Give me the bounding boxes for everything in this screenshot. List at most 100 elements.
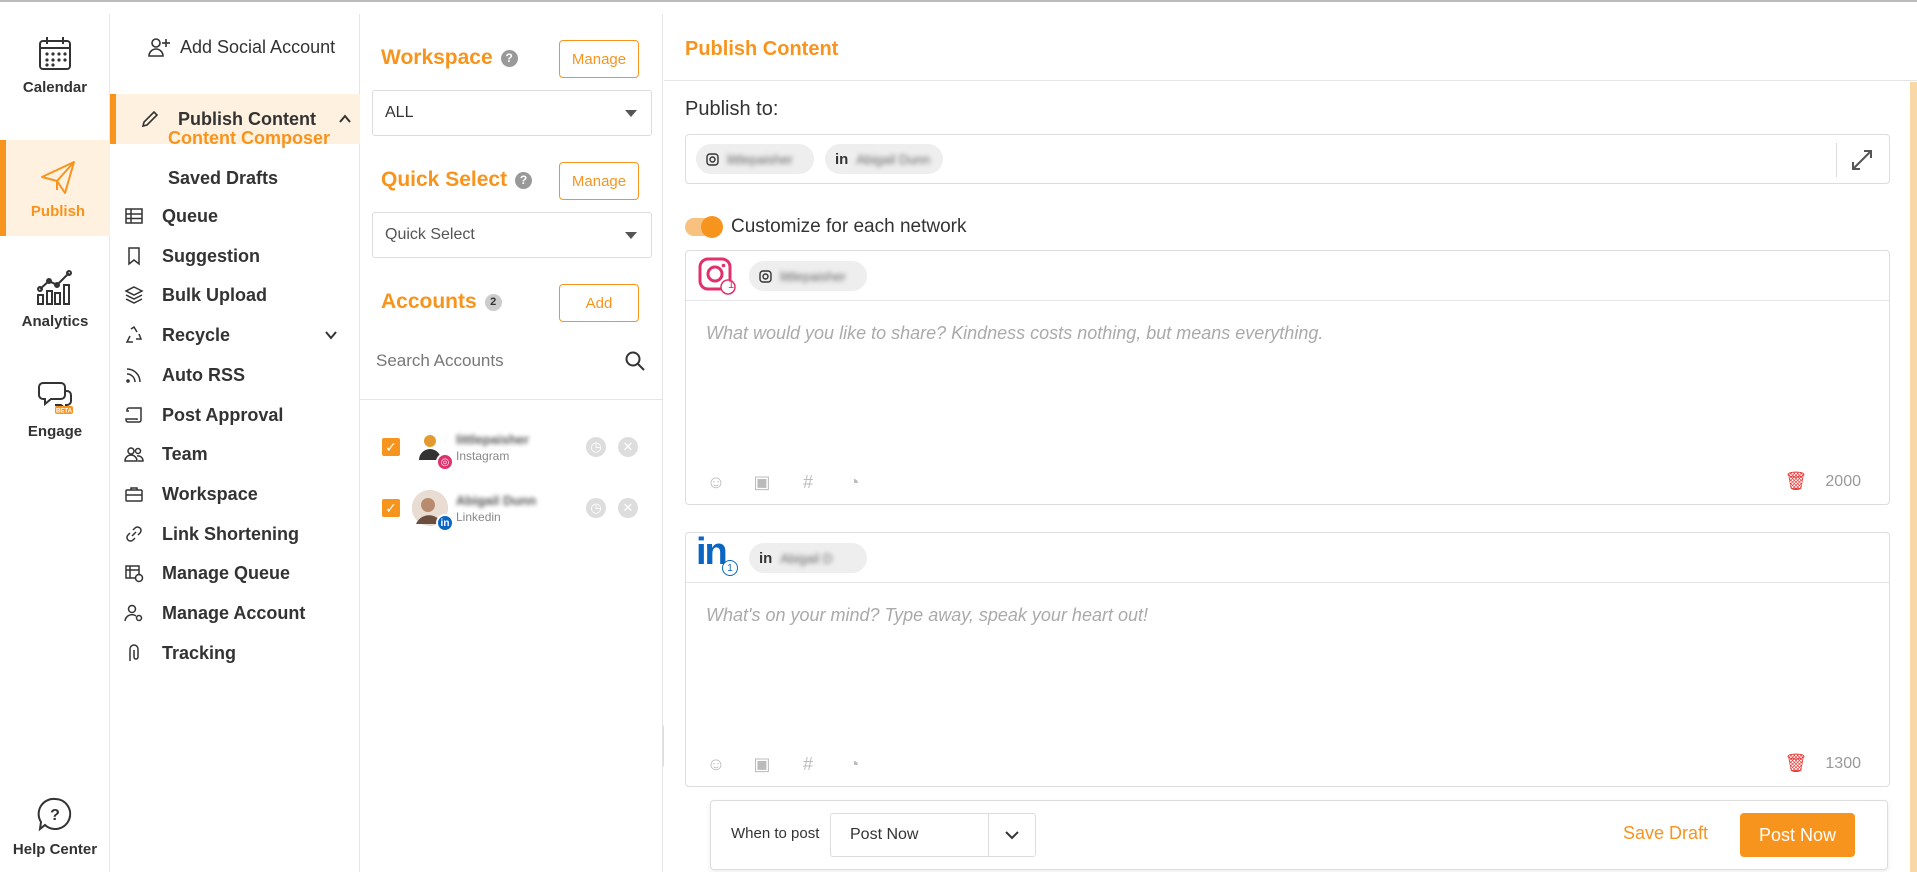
search-icon[interactable] [624, 350, 646, 372]
trash-icon[interactable]: 🗑 [1785, 753, 1808, 774]
close-icon[interactable]: ✕ [618, 498, 638, 518]
quick-select-placeholder: Quick Select [385, 226, 475, 243]
character-limit: 1300 [1825, 754, 1861, 772]
emoji-icon[interactable]: ☺ [706, 472, 726, 492]
account-row[interactable]: ✓ in Abigail Dunn Linkedin ◷ ✕ [382, 486, 652, 532]
help-icon[interactable]: ? [500, 49, 518, 67]
menu-post-approval-label: Post Approval [162, 404, 284, 425]
character-limit: 2000 [1825, 472, 1861, 490]
editor-account-chip[interactable]: littlepaisher [749, 261, 867, 291]
menu-link-shortening[interactable]: Link Shortening [124, 514, 354, 554]
workspace-select-value: ALL [385, 104, 414, 121]
help-icon[interactable]: ? [515, 171, 533, 189]
chip-name: Abigail D [780, 550, 833, 566]
menu-post-approval[interactable]: Post Approval [124, 395, 354, 435]
customize-toggle-row: Customize for each network [685, 216, 967, 238]
menu-workspace[interactable]: Workspace [124, 474, 354, 514]
account-network: Instagram [456, 448, 510, 463]
workspace-select[interactable]: ALL [372, 90, 652, 136]
expand-icon[interactable] [1849, 147, 1875, 173]
menu-saved-drafts[interactable]: Saved Drafts [168, 168, 278, 189]
image-icon[interactable]: ▣ [752, 754, 772, 774]
hashtag-icon[interactable]: # [798, 472, 818, 492]
menu-recycle[interactable]: Recycle [124, 315, 354, 355]
account-chip-instagram[interactable]: littlepaisher [696, 144, 814, 174]
emoji-icon[interactable]: ☺ [706, 754, 726, 774]
nav-rail: Calendar Publish Analytics BETA Engage ?… [0, 14, 110, 872]
instagram-count-badge: 1 [727, 279, 735, 291]
scrollbar[interactable] [1910, 82, 1917, 872]
account-row[interactable]: ✓ ◎ littlepaisher Instagram ◷ ✕ [382, 425, 652, 471]
rail-calendar[interactable]: Calendar [0, 16, 110, 112]
menu-bulk-upload[interactable]: Bulk Upload [124, 275, 354, 315]
chevron-down-icon [1005, 831, 1019, 840]
editor-account-chip[interactable]: in Abigail D [749, 543, 867, 573]
workspace-manage-button[interactable]: Manage [559, 40, 639, 78]
link-icon [126, 526, 142, 542]
caret-down-icon [625, 110, 637, 117]
menu-manage-account[interactable]: Manage Account [124, 593, 354, 633]
save-draft-button[interactable]: Save Draft [1623, 823, 1708, 844]
menu-manage-queue-label: Manage Queue [162, 562, 291, 583]
chevron-down-icon [325, 331, 337, 340]
menu-content-composer[interactable]: Content Composer [168, 128, 330, 149]
paper-plane-icon [41, 160, 75, 194]
checkbox-checked[interactable]: ✓ [382, 499, 400, 517]
analytics-icon [37, 269, 72, 305]
avatar: ◎ [412, 429, 454, 471]
rail-engage[interactable]: BETA Engage [0, 360, 110, 456]
beta-badge: BETA [56, 408, 73, 414]
clock-icon[interactable]: ◷ [586, 498, 606, 518]
scroll-icon [125, 407, 142, 423]
rss-icon [126, 368, 141, 383]
image-icon[interactable]: ▣ [752, 472, 772, 492]
clock-icon[interactable]: ◷ [586, 437, 606, 457]
post-now-button[interactable]: Post Now [1740, 813, 1855, 857]
help-icon: ? [37, 797, 72, 831]
instagram-badge-icon: ◎ [436, 453, 454, 471]
menu-link-shortening-label: Link Shortening [162, 523, 299, 544]
account-chip-linkedin[interactable]: in Abigail Dunn [825, 144, 943, 174]
quick-select-manage-button[interactable]: Manage [559, 162, 639, 200]
pie-chart-icon[interactable]: ◔ [844, 472, 864, 492]
menu-tracking[interactable]: Tracking [124, 633, 354, 673]
rail-analytics[interactable]: Analytics [0, 250, 110, 346]
menu-team-label: Team [162, 443, 208, 464]
menu-queue[interactable]: Queue [124, 196, 354, 236]
trash-icon[interactable]: 🗑 [1785, 471, 1808, 492]
rail-help-label: Help Center [12, 840, 98, 858]
close-icon[interactable]: ✕ [618, 437, 638, 457]
menu-tracking-label: Tracking [162, 642, 237, 663]
customize-toggle[interactable] [685, 216, 723, 238]
bookmark-icon [128, 247, 140, 266]
linkedin-icon: in [835, 150, 849, 168]
linkedin-text-area[interactable]: What's on your mind? Type away, speak yo… [686, 583, 1889, 648]
add-social-account-button[interactable]: Add Social Account [148, 36, 335, 58]
menu-team[interactable]: Team [124, 434, 354, 474]
pie-chart-icon[interactable]: ◔ [844, 754, 864, 774]
rail-help-center[interactable]: ? Help Center [0, 778, 110, 872]
divider [360, 399, 663, 400]
chevron-up-icon [339, 114, 351, 123]
publish-to-field[interactable]: littlepaisher in Abigail Dunn [685, 134, 1890, 184]
hashtag-icon[interactable]: # [798, 754, 818, 774]
workspace-title: Workspace [381, 46, 493, 69]
menu-manage-account-label: Manage Account [162, 602, 306, 623]
when-to-post-select[interactable]: Post Now [830, 813, 1036, 857]
chip-name: littlepaisher [727, 151, 793, 167]
instagram-text-area[interactable]: What would you like to share? Kindness c… [686, 301, 1889, 366]
rail-publish[interactable]: Publish [0, 140, 110, 236]
menu-auto-rss[interactable]: Auto RSS [124, 355, 354, 395]
menu-suggestion[interactable]: Suggestion [124, 236, 354, 276]
accounts-heading: Accounts 2 [381, 290, 502, 314]
quick-select-dropdown[interactable]: Quick Select [372, 212, 652, 258]
page-title: Publish Content [685, 38, 839, 60]
checkbox-checked[interactable]: ✓ [382, 438, 400, 456]
user-gear-icon [124, 604, 143, 622]
add-account-button[interactable]: Add [559, 284, 639, 322]
search-accounts[interactable]: Search Accounts [376, 346, 646, 376]
instagram-icon [706, 152, 719, 166]
menu-manage-queue[interactable]: Manage Queue [124, 553, 354, 593]
accounts-panel: Workspace ? Manage ALL Quick Select ? Ma… [360, 14, 663, 872]
quick-select-heading: Quick Select ? [381, 168, 533, 192]
